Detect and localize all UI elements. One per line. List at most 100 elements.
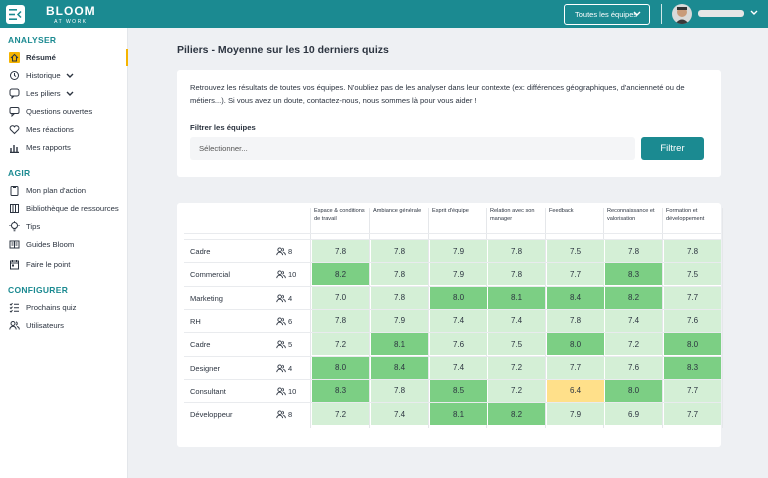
score-cell[interactable]: 7.2 [312,333,369,356]
score-cell[interactable]: 7.2 [312,403,369,426]
score-cell[interactable]: 7.6 [605,356,662,379]
sidebar-item-label: Utilisateurs [26,321,65,330]
score-cell[interactable]: 7.7 [547,356,604,379]
sidebar-item-tips[interactable]: Tips [0,218,128,235]
chevron-down-icon[interactable] [66,91,74,97]
chevron-down-icon [633,11,641,16]
score-cell[interactable]: 7.9 [547,403,604,426]
score-cell[interactable]: 7.9 [430,240,487,262]
score-cell[interactable]: 8.2 [605,286,662,309]
score-cell[interactable]: 7.4 [605,309,662,332]
score-cell[interactable]: 7.8 [488,263,545,286]
score-cell[interactable]: 7.7 [547,263,604,286]
score-cell[interactable]: 7.2 [488,379,545,402]
bar-chart-icon [9,142,20,153]
sidebar-item-faire-le-point[interactable]: Faire le point [0,256,128,273]
user-name[interactable] [698,10,744,17]
score-cell[interactable]: 7.5 [547,240,604,262]
score-cell[interactable]: 7.8 [664,240,721,262]
score-cell[interactable]: 8.3 [664,356,721,379]
users-icon [276,410,286,419]
score-cell[interactable]: 8.0 [430,286,487,309]
score-cell[interactable]: 8.0 [547,333,604,356]
menu-toggle-icon[interactable] [6,5,25,24]
sidebar-item-plan-action[interactable]: Mon plan d'action [0,182,128,199]
team-member-count: 8 [276,247,292,256]
sidebar-item-bibliotheque[interactable]: Bibliothèque de ressources [0,200,128,217]
score-cell[interactable]: 7.4 [488,309,545,332]
calendar-icon [9,259,20,270]
avatar[interactable] [672,4,692,24]
user-menu-chevron-icon[interactable] [750,10,758,16]
column-header: Formation et développement [666,208,705,222]
score-cell[interactable]: 7.0 [312,286,369,309]
score-cell[interactable]: 7.6 [664,309,721,332]
score-cell[interactable]: 7.8 [488,240,545,262]
library-icon [9,203,20,214]
score-cell[interactable]: 8.3 [312,379,369,402]
score-cell[interactable]: 8.5 [430,379,487,402]
sidebar-item-reactions[interactable]: Mes réactions [0,121,128,138]
sidebar-item-resume[interactable]: Résumé [0,49,128,66]
score-cell[interactable]: 7.9 [430,263,487,286]
sidebar-item-label: Les piliers [26,89,61,98]
score-cell[interactable]: 7.9 [371,309,428,332]
score-cell[interactable]: 8.4 [371,356,428,379]
sidebar-item-historique[interactable]: Historique [0,67,128,84]
team-select[interactable]: Toutes les équipes [564,4,650,25]
score-cell[interactable]: 6.4 [547,379,604,402]
column-divider [428,208,429,428]
score-cell[interactable]: 7.6 [430,333,487,356]
sidebar-item-prochains-quiz[interactable]: Prochains quiz [0,299,128,316]
score-cell[interactable]: 8.1 [371,333,428,356]
column-header: Feedback [549,208,574,214]
score-cell[interactable]: 8.1 [430,403,487,426]
score-cell[interactable]: 7.4 [371,403,428,426]
score-cell[interactable]: 7.4 [430,356,487,379]
section-agir: AGIR [8,168,31,178]
member-count: 4 [288,363,293,373]
team-filter-input[interactable]: Sélectionner... [190,137,635,160]
score-cell[interactable]: 7.7 [664,379,721,402]
sidebar-item-questions[interactable]: Questions ouvertes [0,103,128,120]
score-cell[interactable]: 7.2 [488,356,545,379]
score-cell[interactable]: 8.3 [605,263,662,286]
score-cell[interactable]: 6.9 [605,403,662,426]
score-cell[interactable]: 7.8 [371,263,428,286]
bloom-logo[interactable]: BLOOM AT WORK [46,5,96,27]
score-cell[interactable]: 8.2 [488,403,545,426]
users-icon [9,320,20,331]
sidebar-item-piliers[interactable]: Les piliers [0,85,128,102]
score-cell[interactable]: 7.5 [664,263,721,286]
column-header: Relation avec son manager [490,208,535,222]
filter-button[interactable]: Filtrer [641,137,704,160]
score-cell[interactable]: 7.2 [605,333,662,356]
score-cell[interactable]: 8.4 [547,286,604,309]
score-cell[interactable]: 7.7 [664,403,721,426]
score-cell[interactable]: 8.0 [605,379,662,402]
score-cell[interactable]: 8.0 [312,356,369,379]
score-cell[interactable]: 7.8 [605,240,662,262]
sidebar-item-guides[interactable]: Guides Bloom [0,236,128,253]
score-cell[interactable]: 7.7 [664,286,721,309]
sidebar-item-label: Mes réactions [26,125,74,134]
score-cell[interactable]: 8.0 [664,333,721,356]
lightbulb-icon [9,221,20,232]
score-cell[interactable]: 7.8 [312,240,369,262]
score-cell[interactable]: 7.8 [371,286,428,309]
member-count: 10 [288,270,297,280]
score-cell[interactable]: 7.8 [312,309,369,332]
score-cell[interactable]: 7.4 [430,309,487,332]
sidebar-item-rapports[interactable]: Mes rapports [0,139,128,156]
team-member-count: 10 [276,387,296,396]
score-cell[interactable]: 8.2 [312,263,369,286]
score-cell[interactable]: 8.1 [488,286,545,309]
header-divider [661,4,662,24]
score-cell[interactable]: 7.8 [371,379,428,402]
score-cell[interactable]: 7.8 [547,309,604,332]
score-cell[interactable]: 7.5 [488,333,545,356]
sidebar-item-utilisateurs[interactable]: Utilisateurs [0,317,128,334]
column-header: Reconnaissance et valorisation [607,208,655,222]
chevron-down-icon[interactable] [66,73,74,79]
score-cell[interactable]: 7.8 [371,240,428,262]
